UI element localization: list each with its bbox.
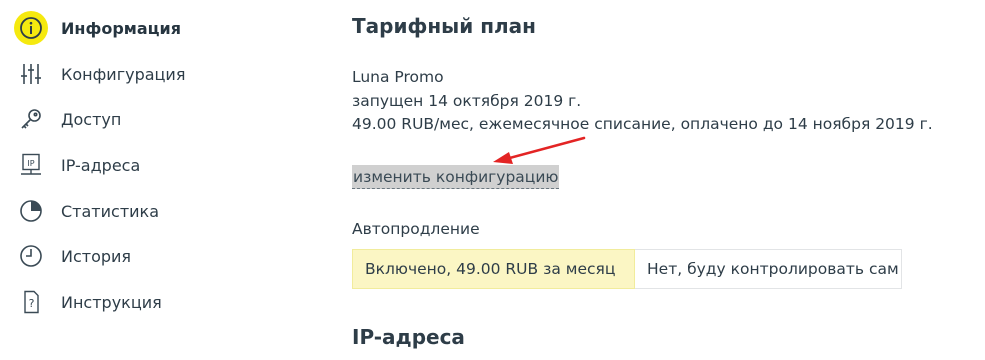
plan-name: Luna Promo [352,68,444,86]
sidebar-item-label: Информация [61,18,181,38]
sidebar-item-info[interactable]: Информация [14,11,181,45]
svg-text:IP: IP [27,159,34,168]
autorenew-enabled-option[interactable]: Включено, 49.00 RUB за месяц [352,249,635,289]
clock-icon [14,239,48,273]
change-configuration-link[interactable]: изменить конфигурацию [352,165,560,189]
plan-started-date: запущен 14 октября 2019 г. [352,92,582,110]
plan-price: 49.00 RUB/мес, ежемесячное списание, опл… [352,115,933,133]
ip-section-title: IP-адреса [352,325,465,349]
plan-section-title: Тарифный план [352,14,536,38]
autorenew-disabled-option[interactable]: Нет, буду контролировать сам [635,249,902,289]
sidebar-item-instructions[interactable]: ? Инструкция [14,287,162,317]
sidebar-item-history[interactable]: История [14,241,131,271]
pie-chart-icon [14,194,48,228]
sidebar-item-statistics[interactable]: Статистика [14,196,159,226]
sidebar-item-configuration[interactable]: Конфигурация [14,59,185,89]
info-icon [14,11,48,45]
sidebar-item-access[interactable]: Доступ [14,104,121,134]
sidebar: Информация Конфигурация Доступ IP IP-адр… [0,0,330,360]
main-content: Тарифный план Luna Promo запущен 14 октя… [352,0,972,360]
sliders-icon [14,57,48,91]
sidebar-item-ip-addresses[interactable]: IP IP-адреса [14,150,140,180]
sidebar-item-label: Инструкция [61,292,162,312]
help-document-icon: ? [14,285,48,319]
sidebar-item-label: Доступ [61,109,122,129]
sidebar-item-label: IP-адреса [61,155,141,175]
autorenew-disabled-label: Нет, буду контролировать сам [647,260,899,278]
svg-text:?: ? [29,297,35,310]
autorenew-enabled-label: Включено, 49.00 RUB за месяц [365,260,616,278]
autorenew-selector: Включено, 49.00 RUB за месяц Нет, буду к… [352,249,902,289]
sidebar-item-label: Статистика [61,201,159,221]
autorenew-label: Автопродление [352,220,480,238]
ip-icon: IP [14,148,48,182]
sidebar-item-label: История [61,246,132,266]
key-icon [14,102,48,136]
sidebar-item-label: Конфигурация [61,64,186,84]
